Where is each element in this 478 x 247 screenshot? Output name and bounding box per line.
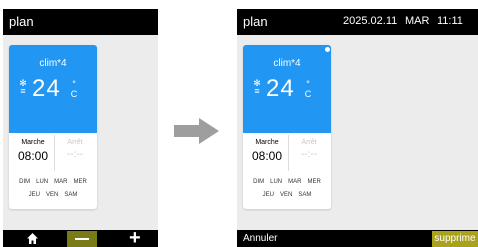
minus-icon[interactable] <box>67 231 97 247</box>
device-name: clim*4 <box>273 58 301 69</box>
stop-time: --:-- <box>300 149 318 160</box>
device-name: clim*4 <box>39 58 67 69</box>
day-label: LUN <box>270 179 283 185</box>
weekday-list: DIM LUN MAR MER JEU VEN SAM <box>243 179 331 198</box>
stop-column: Arrêt --:-- <box>55 139 95 160</box>
screen-title: plan <box>243 14 268 29</box>
stop-label: Arrêt <box>301 139 317 146</box>
start-time: 08:00 <box>17 149 49 163</box>
screen-title: plan <box>9 14 34 29</box>
arrow-right-icon <box>174 118 219 144</box>
weekday-list: DIM LUN MAR MER JEU VEN SAM <box>9 179 97 198</box>
celsius-unit: ° C <box>304 79 312 99</box>
start-label: Marche <box>21 139 45 146</box>
start-label: Marche <box>255 139 279 146</box>
stop-label: Arrêt <box>67 139 83 146</box>
day-label: DIM <box>253 179 265 185</box>
bottom-bar: Annuler supprime <box>237 230 478 247</box>
temperature: 24 <box>266 75 295 102</box>
selection-radio[interactable] <box>324 46 331 53</box>
stop-column: Arrêt --:-- <box>289 139 329 160</box>
start-column: Marche 08:00 <box>13 139 53 163</box>
day-label: LUN <box>36 179 49 185</box>
bottom-bar: + <box>3 228 158 247</box>
plan-card[interactable]: clim*4 ✻ ≡ 24 ° C Marche 08:00 Arrêt --:--… <box>243 45 331 209</box>
day-label: VEN <box>279 192 293 198</box>
celsius-unit: ° C <box>70 79 78 99</box>
card-header: clim*4 ✻ ≡ 24 ° C <box>243 45 331 133</box>
cancel-button[interactable]: Annuler <box>243 233 277 244</box>
stop-time: --:-- <box>66 149 84 160</box>
start-column: Marche 08:00 <box>247 139 287 163</box>
left-screen: plan clim*4 ✻ ≡ 24 ° C Marche 08:00 Arrêt … <box>3 9 158 247</box>
day-label: SAM <box>64 192 78 198</box>
plus-icon[interactable]: + <box>129 228 141 247</box>
day-label: JEU <box>28 192 40 198</box>
card-header: clim*4 ✻ ≡ 24 ° C <box>9 45 97 133</box>
top-bar: plan 2025.02.11 MAR 11:11 <box>237 9 478 35</box>
day-label: JEU <box>262 192 274 198</box>
day-label: MER <box>73 179 87 185</box>
home-icon[interactable] <box>26 232 39 245</box>
time-display: 11:11 <box>437 15 463 27</box>
cool-mode-icon: ✻ ≡ <box>19 78 27 96</box>
top-bar: plan <box>3 9 158 35</box>
day-label: MER <box>307 179 321 185</box>
delete-button[interactable]: supprime <box>432 231 478 247</box>
day-label: MAR <box>288 179 302 185</box>
cool-mode-icon: ✻ ≡ <box>253 78 261 96</box>
plan-card[interactable]: clim*4 ✻ ≡ 24 ° C Marche 08:00 Arrêt --:--… <box>9 45 97 209</box>
day-label: SAM <box>298 192 312 198</box>
start-time: 08:00 <box>251 149 283 163</box>
day-display: MAR <box>405 15 430 27</box>
day-label: DIM <box>19 179 31 185</box>
day-label: VEN <box>45 192 59 198</box>
day-label: MAR <box>54 179 68 185</box>
date-display: 2025.02.11 <box>343 15 398 27</box>
right-screen: plan 2025.02.11 MAR 11:11 clim*4 ✻ ≡ 24 °… <box>237 9 478 247</box>
temperature: 24 <box>32 75 61 102</box>
